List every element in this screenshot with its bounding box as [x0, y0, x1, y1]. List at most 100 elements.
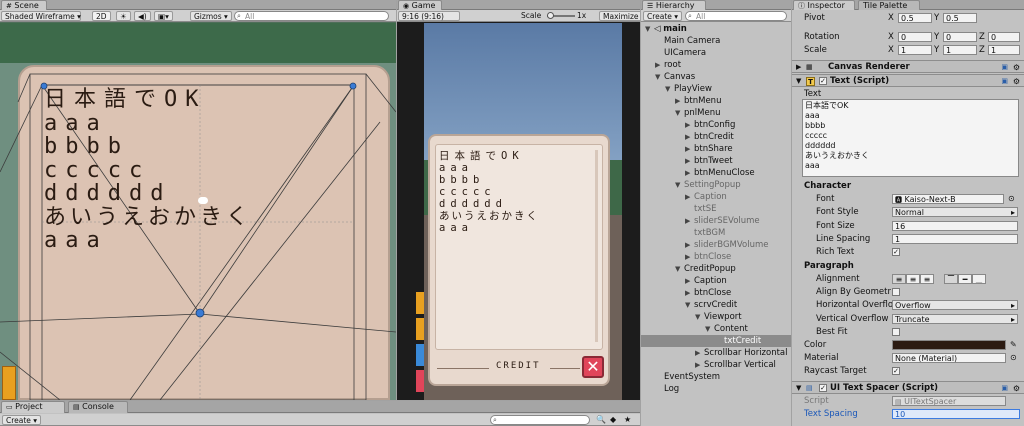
collapsed-triangle-icon[interactable]: ▶ — [685, 251, 694, 263]
hierarchy-item[interactable]: ▶ btnMenuClose — [641, 167, 791, 179]
object-picker-icon[interactable]: ⊙ — [1008, 193, 1015, 205]
align-center-icon[interactable]: ≡ — [906, 274, 920, 284]
expand-triangle-icon[interactable]: ▼ — [675, 263, 684, 275]
canvas-renderer-header[interactable]: ▶ ▦ Canvas Renderer ▣ ⚙ — [792, 60, 1024, 73]
rotation-x-field[interactable]: 0 — [898, 32, 932, 42]
pivot-y-field[interactable]: 0.5 — [943, 13, 977, 23]
resolution-dropdown[interactable]: 9:16 (9:16) — [398, 11, 460, 21]
tab-hierarchy[interactable]: ☰ Hierarchy — [642, 0, 706, 10]
collapsed-triangle-icon[interactable]: ▶ — [685, 275, 694, 287]
tab-scene[interactable]: # Scene — [1, 0, 47, 10]
text-value-area[interactable]: 日本語でOK aaa bbbb ccccc dddddd あいうえおかきく aa… — [802, 99, 1019, 177]
menu-button-credit-icon[interactable] — [416, 318, 424, 340]
hierarchy-item[interactable]: ▶ sliderSEVolume — [641, 215, 791, 227]
scale-x-field[interactable]: 1 — [898, 45, 932, 55]
scene-search-input[interactable]: ⌕ All — [234, 11, 389, 21]
hierarchy-item[interactable]: ▶ root — [641, 59, 791, 71]
align-middle-icon[interactable]: ━ — [958, 274, 972, 284]
filter-type-icon[interactable]: 🔍 — [596, 415, 606, 424]
text-spacing-field[interactable]: 10 — [892, 409, 1020, 419]
hierarchy-item[interactable]: ▶ btnTweet — [641, 155, 791, 167]
expand-triangle-icon[interactable]: ▼ — [645, 23, 654, 35]
collapsed-triangle-icon[interactable]: ▶ — [675, 95, 684, 107]
font-field[interactable]: 🅰 Kaiso-Next-B — [892, 194, 1004, 204]
collapsed-triangle-icon[interactable]: ▶ — [685, 287, 694, 299]
lighting-toggle-icon[interactable]: ☀ — [116, 11, 131, 21]
2d-toggle-button[interactable]: 2D — [92, 11, 111, 21]
hierarchy-item[interactable]: ▼ SettingPopup — [641, 179, 791, 191]
object-picker-icon[interactable]: ⊙ — [1010, 352, 1017, 364]
hierarchy-item[interactable]: ▼ scrvCredit — [641, 299, 791, 311]
tab-game[interactable]: ◉ Game — [398, 0, 442, 10]
expand-triangle-icon[interactable]: ▼ — [675, 179, 684, 191]
line-spacing-field[interactable]: 1 — [892, 234, 1018, 244]
hierarchy-item[interactable]: txtCredit — [641, 335, 791, 347]
gear-icon[interactable]: ⚙ — [1013, 75, 1020, 88]
spacer-enabled-checkbox[interactable]: ✓ — [819, 384, 827, 392]
hierarchy-item[interactable]: ▶ btnClose — [641, 251, 791, 263]
hierarchy-item[interactable]: ▼ pnlMenu — [641, 107, 791, 119]
collapsed-triangle-icon[interactable]: ▶ — [685, 131, 694, 143]
text-spacer-header[interactable]: ▼ ▤ ✓ UI Text Spacer (Script) ▣ ⚙ — [792, 381, 1024, 394]
align-top-icon[interactable]: ▔ — [944, 274, 958, 284]
font-size-field[interactable]: 16 — [892, 221, 1018, 231]
rotation-z-field[interactable]: 0 — [988, 32, 1020, 42]
star-icon[interactable]: ★ — [624, 415, 631, 424]
hierarchy-item[interactable]: EventSystem — [641, 371, 791, 383]
hierarchy-create-button[interactable]: Create ▾ — [643, 11, 683, 21]
menu-button-config-icon[interactable] — [416, 292, 424, 314]
tab-console[interactable]: ▤ Console — [68, 401, 128, 413]
hierarchy-item[interactable]: ▶ Scrollbar Vertical — [641, 359, 791, 371]
hierarchy-search-input[interactable]: ⌕ All — [685, 11, 787, 21]
align-geometry-checkbox[interactable] — [892, 288, 900, 296]
hierarchy-item[interactable]: ▼ PlayView — [641, 83, 791, 95]
expand-triangle-icon[interactable]: ▼ — [705, 323, 714, 335]
hierarchy-item[interactable]: ▶ Caption — [641, 275, 791, 287]
expand-triangle-icon[interactable]: ▼ — [685, 299, 694, 311]
hierarchy-item[interactable]: Log — [641, 383, 791, 395]
expand-triangle-icon[interactable]: ▼ — [675, 107, 684, 119]
maximize-button[interactable]: Maximize — [599, 11, 640, 21]
tab-tile-palette[interactable]: Tile Palette — [858, 0, 920, 10]
hierarchy-item[interactable]: txtSE — [641, 203, 791, 215]
text-script-header[interactable]: ▼ T ✓ Text (Script) ▣ ⚙ — [792, 74, 1024, 87]
expand-triangle-icon[interactable]: ▼ — [665, 83, 674, 95]
hierarchy-item[interactable]: ▶ btnMenu — [641, 95, 791, 107]
collapsed-triangle-icon[interactable]: ▶ — [685, 143, 694, 155]
hierarchy-item[interactable]: txtBGM — [641, 227, 791, 239]
project-create-button[interactable]: Create ▾ — [2, 415, 42, 425]
font-style-dropdown[interactable]: Normal ▸ — [892, 207, 1018, 217]
help-icon[interactable]: ▣ — [1001, 382, 1008, 395]
raycast-checkbox[interactable]: ✓ — [892, 367, 900, 375]
expand-triangle-icon[interactable]: ▼ — [655, 71, 664, 83]
v-overflow-dropdown[interactable]: Truncate ▸ — [892, 314, 1018, 324]
hierarchy-item[interactable]: UICamera — [641, 47, 791, 59]
menu-button-close-icon[interactable] — [416, 370, 424, 392]
hierarchy-item[interactable]: ▼ Viewport — [641, 311, 791, 323]
rich-text-checkbox[interactable]: ✓ — [892, 248, 900, 256]
pivot-x-field[interactable]: 0.5 — [898, 13, 932, 23]
eyedropper-icon[interactable]: ✎ — [1010, 339, 1017, 351]
collapsed-triangle-icon[interactable]: ▶ — [695, 359, 704, 371]
gear-icon[interactable]: ⚙ — [1013, 61, 1020, 74]
collapsed-triangle-icon[interactable]: ▶ — [685, 167, 694, 179]
align-bottom-icon[interactable]: ▁ — [972, 274, 986, 284]
rotation-y-field[interactable]: 0 — [943, 32, 977, 42]
tab-project[interactable]: ▭ Project — [1, 401, 65, 413]
shading-mode-dropdown[interactable]: Shaded Wireframe ▾ — [1, 11, 81, 21]
best-fit-checkbox[interactable] — [892, 328, 900, 336]
hierarchy-item[interactable]: Main Camera — [641, 35, 791, 47]
h-overflow-dropdown[interactable]: Overflow ▸ — [892, 300, 1018, 310]
collapsed-triangle-icon[interactable]: ▶ — [695, 347, 704, 359]
align-right-icon[interactable]: ≡ — [920, 274, 934, 284]
hierarchy-item[interactable]: ▶ sliderBGMVolume — [641, 239, 791, 251]
hierarchy-item[interactable]: ▶ btnClose — [641, 287, 791, 299]
color-swatch[interactable] — [892, 340, 1006, 350]
menu-button-tweet-icon[interactable] — [416, 344, 424, 366]
audio-toggle-icon[interactable]: ◀) — [134, 11, 151, 21]
expand-triangle-icon[interactable]: ▼ — [695, 311, 704, 323]
hierarchy-item[interactable]: ▶ Scrollbar Horizontal — [641, 347, 791, 359]
help-icon[interactable]: ▣ — [1001, 61, 1008, 74]
project-search-input[interactable]: ⌕ — [490, 415, 590, 425]
scale-slider-handle[interactable] — [547, 12, 554, 19]
